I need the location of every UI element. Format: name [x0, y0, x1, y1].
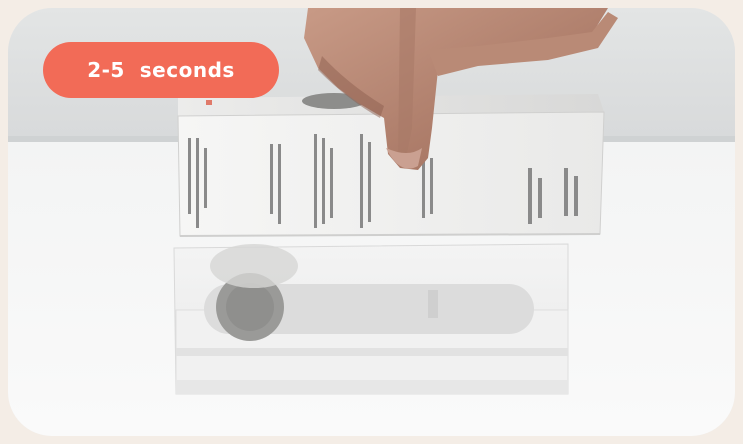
media-frame: 2-5 seconds	[8, 8, 735, 436]
duration-badge: 2-5 seconds	[43, 42, 279, 98]
